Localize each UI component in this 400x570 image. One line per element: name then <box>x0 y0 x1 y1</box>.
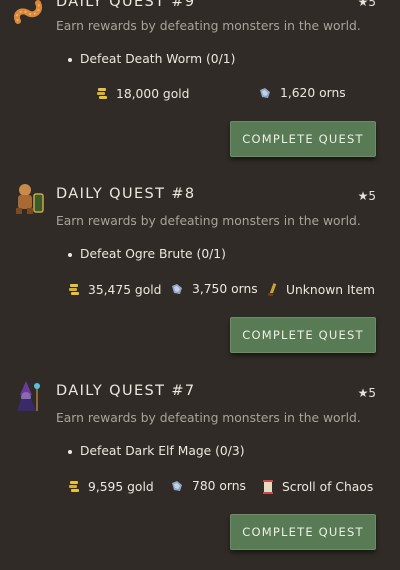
quest-stars: ★5 <box>357 386 376 400</box>
gold-coins-icon <box>69 481 79 492</box>
quest-title: DAILY QUEST #7 <box>56 383 196 399</box>
reward-item: Scroll of Chaos <box>262 479 373 495</box>
orns-icon <box>172 481 182 491</box>
reward-label: 9,595 gold <box>88 480 154 494</box>
scroll-icon <box>263 480 273 494</box>
reward-orns: 780 orns <box>170 479 246 493</box>
reward-label: 780 orns <box>192 479 246 493</box>
reward-gold: 9,595 gold <box>68 479 154 495</box>
quest-card: DAILY QUEST #8 ★5 Earn rewards by defeat… <box>0 0 400 353</box>
quest-card: DAILY QUEST #7 ★5 Earn rewards by defeat… <box>0 197 400 550</box>
quest-list: DAILY QUEST #9 ★5 Earn rewards by defeat… <box>0 0 400 570</box>
reward-label: Scroll of Chaos <box>282 480 374 494</box>
complete-quest-button[interactable]: COMPLETE QUEST <box>230 514 376 550</box>
quest-description: Earn rewards by defeating monsters in th… <box>56 411 361 425</box>
quest-objective: Defeat Dark Elf Mage (0/3) <box>68 444 245 458</box>
dark-elf-mage-icon <box>17 381 40 411</box>
